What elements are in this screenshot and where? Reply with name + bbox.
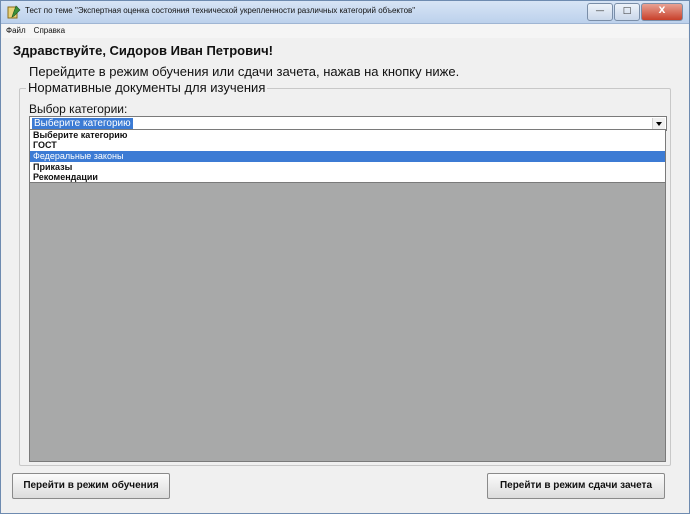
category-option[interactable]: ГОСТ: [30, 140, 665, 151]
menu-help[interactable]: Справка: [30, 24, 69, 38]
window-controls: — □ X: [586, 3, 683, 21]
category-option-selected[interactable]: Федеральные законы: [30, 151, 665, 162]
app-icon: [7, 5, 21, 19]
category-label: Выбор категории:: [29, 102, 128, 116]
greeting-text: Здравствуйте, Сидоров Иван Петрович!: [13, 43, 273, 58]
window-title: Тест по теме "Экспертная оценка состояни…: [25, 6, 416, 15]
group-legend: Нормативные документы для изучения: [26, 80, 268, 95]
category-select-value: Выберите категорию: [32, 118, 133, 129]
learning-mode-button[interactable]: Перейти в режим обучения: [12, 473, 170, 499]
close-button[interactable]: X: [641, 3, 683, 21]
minimize-button[interactable]: —: [587, 3, 613, 21]
menu-bar: Файл Справка: [2, 24, 688, 38]
title-bar: Тест по теме "Экспертная оценка состояни…: [1, 1, 689, 24]
instruction-text: Перейдите в режим обучения или сдачи зач…: [29, 64, 460, 79]
app-window: Тест по теме "Экспертная оценка состояни…: [0, 0, 690, 514]
menu-file[interactable]: Файл: [2, 24, 30, 38]
category-dropdown-list: Выберите категорию ГОСТ Федеральные зако…: [29, 129, 666, 183]
exam-mode-button[interactable]: Перейти в режим сдачи зачета: [487, 473, 665, 499]
category-option[interactable]: Рекомендации: [30, 172, 665, 183]
chevron-down-icon[interactable]: [652, 118, 665, 129]
maximize-button[interactable]: □: [614, 3, 640, 21]
